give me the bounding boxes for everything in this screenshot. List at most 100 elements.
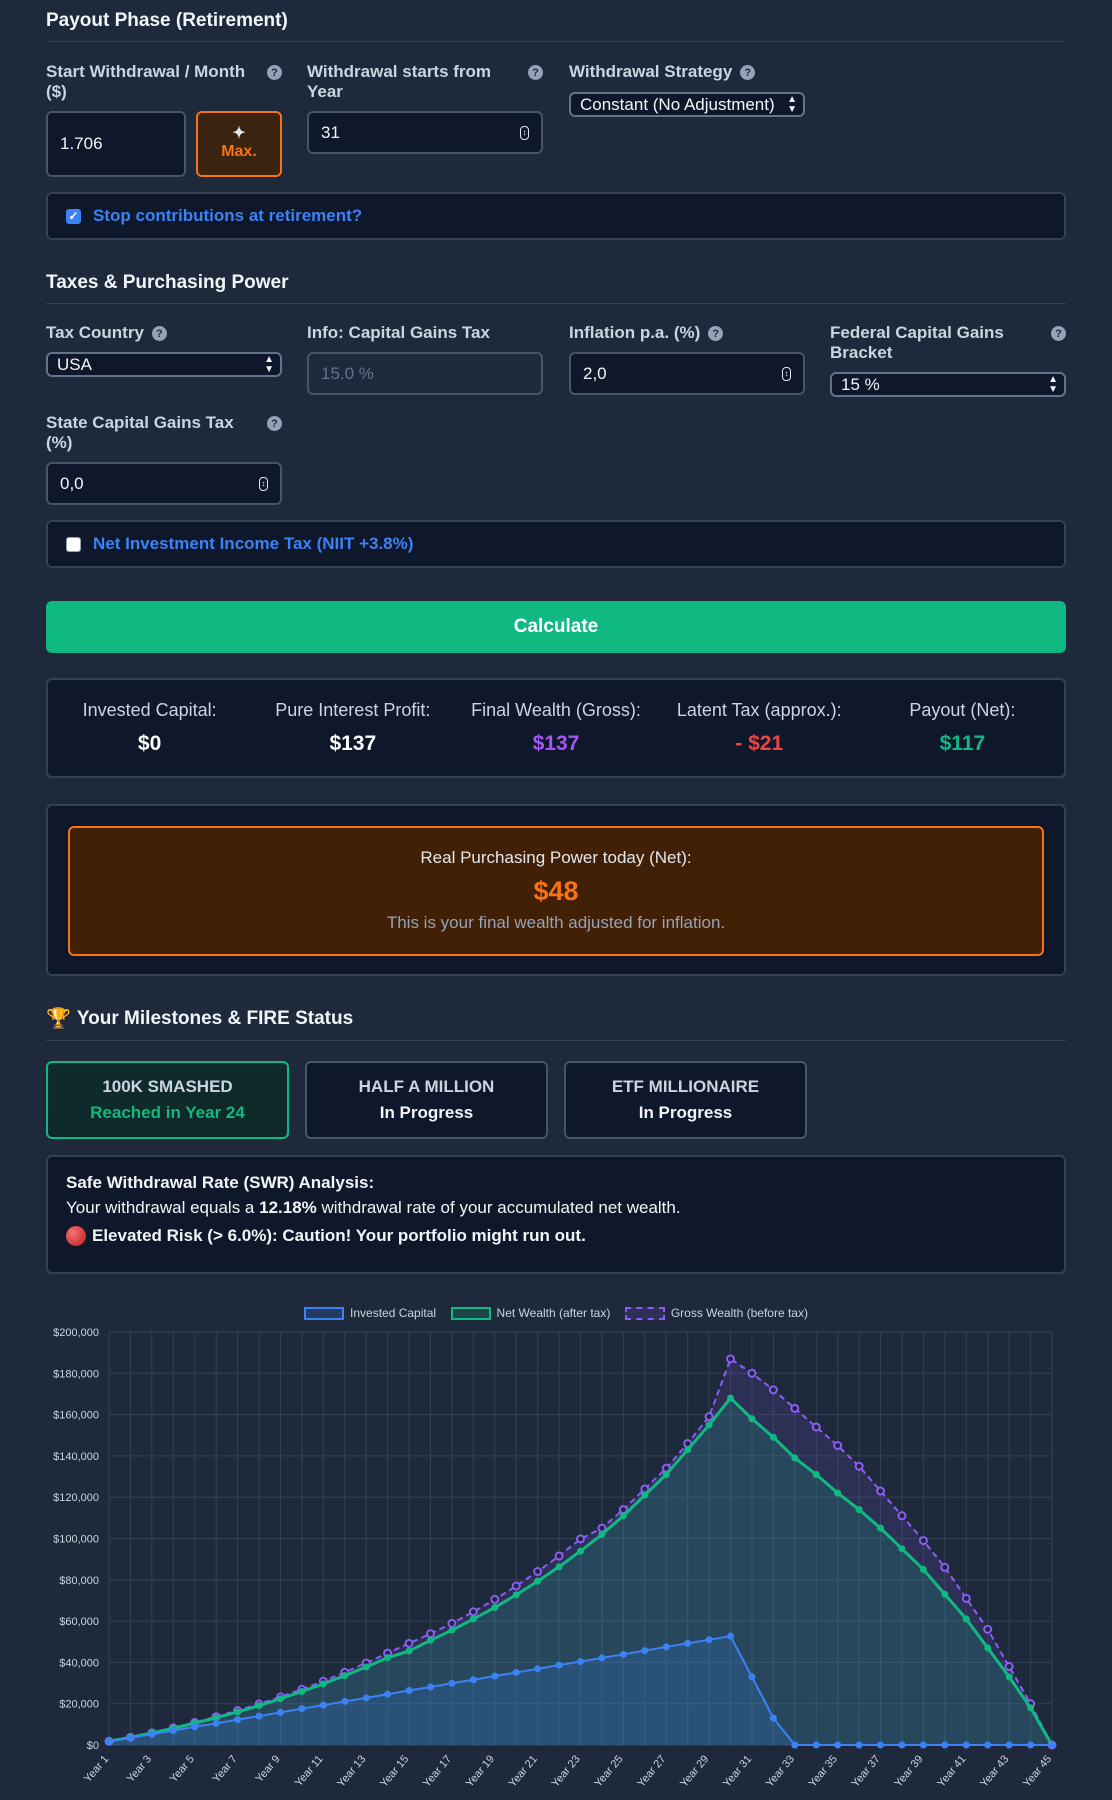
chevron-updown-icon: ▲ ▼ [787,94,797,115]
data-point [1048,1741,1056,1749]
start-withdrawal-value: 1.706 [60,134,103,153]
trophy-icon: 🏆 [46,1008,71,1030]
stat-item: Latent Tax (approx.): - $21 [658,700,861,756]
x-tick-label: Year 39 [892,1753,925,1789]
purchasing-power-label: Real Purchasing Power today (Net): [420,848,692,867]
data-point [984,1644,992,1652]
data-point [854,1461,864,1471]
stepper-icon[interactable]: ↕ [782,366,791,381]
data-point [727,1394,735,1402]
purchasing-power-note: This is your final wealth adjusted for i… [386,913,726,932]
help-icon[interactable]: ? [740,65,756,80]
data-point [705,1421,713,1429]
withdrawal-year-value: 31 [321,122,340,142]
data-point [276,1695,284,1703]
swr-line-prefix: Your withdrawal equals a [66,1198,260,1217]
help-icon[interactable]: ? [267,416,282,431]
inflation-label: Inflation p.a. (%) [569,323,701,342]
stop-contributions-checkbox[interactable]: ✓ [66,208,81,224]
data-point [405,1686,413,1694]
data-point [426,1683,434,1691]
stepper-icon[interactable]: ↕ [520,125,529,140]
tax-country-select[interactable]: USA ▲ ▼ [46,352,282,377]
x-tick-label: Year 21 [507,1753,540,1789]
swr-risk-line: Elevated Risk (> 6.0%): Caution! Your po… [66,1226,1046,1246]
data-point [298,1705,306,1713]
inflation-input[interactable]: 2,0 ↕ [569,352,805,395]
stop-contributions-row[interactable]: ✓ Stop contributions at retirement? [46,192,1066,240]
data-point [491,1672,499,1680]
legend-item[interactable]: Net Wealth (after tax) [450,1306,610,1320]
data-point [919,1741,927,1749]
data-point [234,1708,242,1716]
payout-section-title: Payout Phase (Retirement) [46,10,1066,42]
x-tick-label: Year 41 [935,1753,968,1789]
data-point [384,1654,392,1662]
data-point [148,1730,156,1738]
y-tick-label: $140,000 [53,1451,99,1463]
help-icon[interactable]: ? [267,65,282,80]
data-point [1027,1704,1035,1712]
data-point [983,1624,993,1634]
data-point [598,1530,606,1538]
federal-bracket-select[interactable]: 15 % ▲ ▼ [830,372,1066,397]
legend-swatch [624,1306,665,1320]
niit-label: Net Investment Income Tax (NIIT +3.8%) [93,534,414,553]
data-point [1004,1662,1014,1672]
help-icon[interactable]: ? [708,326,724,341]
stat-item: Payout (Net): $117 [861,700,1064,756]
strategy-select[interactable]: Constant (No Adjustment) ▲ ▼ [569,92,805,117]
x-tick-label: Year 35 [807,1753,840,1789]
withdrawal-year-label: Withdrawal starts from Year [307,62,492,101]
max-button[interactable]: ✦ Max. [196,111,282,177]
purchasing-power-panel: Real Purchasing Power today (Net): $48 T… [46,804,1066,976]
data-point [576,1534,585,1544]
stepper-icon[interactable]: ↕ [259,476,268,491]
data-point [341,1672,349,1680]
niit-row[interactable]: Net Investment Income Tax (NIIT +3.8%) [46,520,1066,568]
data-point [448,1679,456,1687]
data-point [405,1647,413,1655]
stat-label: Payout (Net): [909,700,1016,720]
niit-checkbox[interactable] [66,536,81,552]
help-icon[interactable]: ? [528,65,543,80]
calculate-button[interactable]: Calculate [46,601,1066,653]
state-tax-value: 0,0 [60,473,84,493]
milestones-title-text: Your Milestones & FIRE Status [76,1007,354,1029]
data-point [812,1741,820,1749]
help-icon[interactable]: ? [151,326,167,341]
cgt-label: Info: Capital Gains Tax [307,323,490,342]
data-point [791,1741,799,1749]
swr-line-suffix: withdrawal rate of your accumulated net … [316,1198,681,1217]
legend-item[interactable]: Gross Wealth (before tax) [624,1306,808,1320]
data-point [341,1697,349,1705]
help-icon[interactable]: ? [1051,326,1066,341]
stat-value: $137 [532,732,580,755]
milestone-card: 100K SMASHED Reached in Year 24 [46,1061,289,1139]
start-withdrawal-label: Start Withdrawal / Month ($) [46,62,246,101]
data-point [319,1680,327,1688]
stat-item: Invested Capital: $0 [48,700,251,756]
milestone-status: In Progress [638,1103,733,1122]
x-tick-label: Year 23 [549,1753,582,1789]
data-point [126,1734,134,1742]
state-tax-input[interactable]: 0,0 ↕ [46,462,282,505]
federal-bracket-value: 15 % [841,374,880,394]
data-point [490,1594,500,1604]
data-point [512,1669,520,1677]
data-point [512,1591,520,1599]
y-tick-label: $20,000 [59,1699,99,1711]
milestone-card: ETF MILLIONAIRE In Progress [564,1061,807,1139]
legend-item[interactable]: Invested Capital [304,1306,436,1320]
data-point [898,1545,906,1553]
magic-wand-icon: ✦ [232,125,246,142]
tax-country-value: USA [57,354,92,374]
start-withdrawal-input[interactable]: 1.706 [46,111,186,177]
data-point [1027,1741,1035,1749]
withdrawal-year-input[interactable]: 31 ↕ [307,111,543,154]
milestone-name: 100K SMASHED [102,1077,233,1096]
taxes-section-title: Taxes & Purchasing Power [46,272,1066,304]
federal-label: Federal Capital Gains Bracket [830,323,1004,362]
stat-value: $137 [329,732,377,755]
y-tick-label: $60,000 [59,1616,99,1628]
